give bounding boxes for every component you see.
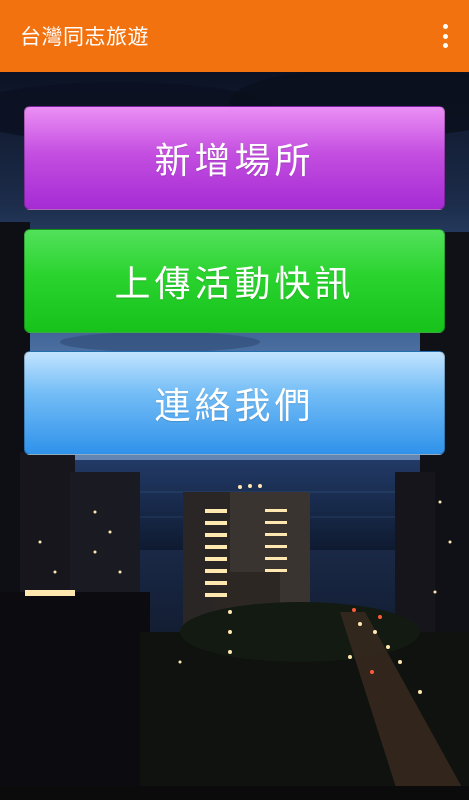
contact-us-button[interactable]: 連絡我們 (24, 351, 445, 455)
more-vertical-icon[interactable] (441, 24, 449, 48)
app-title: 台灣同志旅遊 (20, 25, 149, 49)
add-place-label: 新增場所 (154, 141, 315, 182)
upload-news-button[interactable]: 上傳活動快訊 (24, 229, 445, 333)
app-bar: 台灣同志旅遊 (0, 0, 469, 72)
upload-news-label: 上傳活動快訊 (114, 264, 355, 305)
add-place-button[interactable]: 新增場所 (24, 106, 445, 210)
bottom-strip (0, 786, 469, 800)
contact-us-label: 連絡我們 (154, 386, 315, 427)
